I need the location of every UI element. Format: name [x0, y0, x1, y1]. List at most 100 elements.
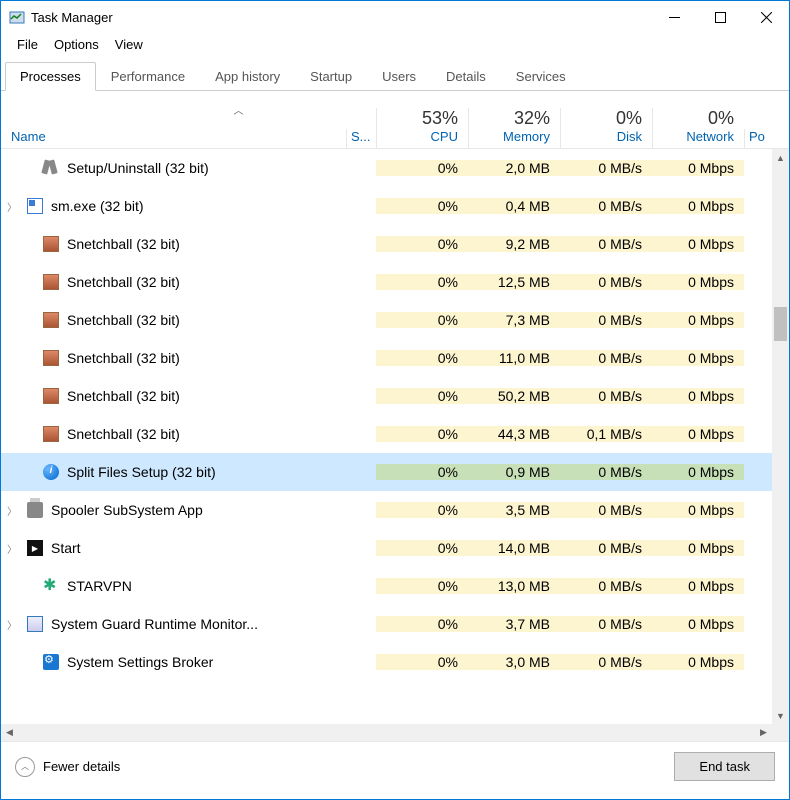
process-network: 0 Mbps	[652, 160, 744, 176]
title-bar: Task Manager	[1, 1, 789, 33]
fewer-details-label: Fewer details	[43, 759, 120, 774]
table-row[interactable]: Snetchball (32 bit)0%9,2 MB0 MB/s0 Mbps	[1, 225, 772, 263]
process-disk: 0 MB/s	[560, 274, 652, 290]
process-disk: 0 MB/s	[560, 160, 652, 176]
tab-users[interactable]: Users	[367, 62, 431, 90]
tab-details[interactable]: Details	[431, 62, 501, 90]
process-cpu: 0%	[376, 654, 468, 670]
process-cpu: 0%	[376, 616, 468, 632]
process-disk: 0 MB/s	[560, 388, 652, 404]
table-row[interactable]: Snetchball (32 bit)0%44,3 MB0,1 MB/s0 Mb…	[1, 415, 772, 453]
maximize-button[interactable]	[697, 1, 743, 33]
tab-performance[interactable]: Performance	[96, 62, 200, 90]
fewer-details-button[interactable]: ︿ Fewer details	[15, 757, 120, 777]
process-network: 0 Mbps	[652, 464, 744, 480]
minimize-button[interactable]	[651, 1, 697, 33]
process-icon	[39, 274, 63, 290]
process-disk: 0 MB/s	[560, 198, 652, 214]
process-disk: 0 MB/s	[560, 464, 652, 480]
process-name: Start	[47, 540, 346, 556]
table-row[interactable]: 〉▶Start0%14,0 MB0 MB/s0 Mbps	[1, 529, 772, 567]
column-disk[interactable]: 0% Disk	[560, 108, 652, 148]
process-name: STARVPN	[63, 578, 346, 594]
network-total-percent: 0%	[653, 108, 734, 129]
process-name: Spooler SubSystem App	[47, 502, 346, 518]
process-memory: 3,5 MB	[468, 502, 560, 518]
process-cpu: 0%	[376, 350, 468, 366]
process-cpu: 0%	[376, 578, 468, 594]
process-memory: 12,5 MB	[468, 274, 560, 290]
column-name[interactable]: ︿ Name	[1, 102, 346, 148]
column-cpu[interactable]: 53% CPU	[376, 108, 468, 148]
tab-startup[interactable]: Startup	[295, 62, 367, 90]
process-cpu: 0%	[376, 388, 468, 404]
table-row[interactable]: Split Files Setup (32 bit)0%0,9 MB0 MB/s…	[1, 453, 772, 491]
table-row[interactable]: 〉sm.exe (32 bit)0%0,4 MB0 MB/s0 Mbps	[1, 187, 772, 225]
column-memory[interactable]: 32% Memory	[468, 108, 560, 148]
table-row[interactable]: ✱STARVPN0%13,0 MB0 MB/s0 Mbps	[1, 567, 772, 605]
scroll-left-button[interactable]: ◀	[1, 727, 18, 738]
scroll-thumb[interactable]	[774, 307, 787, 341]
process-network: 0 Mbps	[652, 274, 744, 290]
column-network[interactable]: 0% Network	[652, 108, 744, 148]
table-row[interactable]: System Settings Broker0%3,0 MB0 MB/s0 Mb…	[1, 643, 772, 681]
process-memory: 9,2 MB	[468, 236, 560, 252]
process-cpu: 0%	[376, 312, 468, 328]
expand-toggle-icon[interactable]: 〉	[1, 617, 23, 632]
expand-toggle-icon[interactable]: 〉	[1, 541, 23, 556]
process-cpu: 0%	[376, 426, 468, 442]
close-button[interactable]	[743, 1, 789, 33]
process-memory: 0,4 MB	[468, 198, 560, 214]
tab-processes[interactable]: Processes	[5, 62, 96, 91]
menu-options[interactable]: Options	[46, 35, 107, 54]
table-row[interactable]: Snetchball (32 bit)0%11,0 MB0 MB/s0 Mbps	[1, 339, 772, 377]
expand-toggle-icon[interactable]: 〉	[1, 199, 23, 214]
process-memory: 50,2 MB	[468, 388, 560, 404]
cpu-total-percent: 53%	[377, 108, 458, 129]
process-name: sm.exe (32 bit)	[47, 198, 346, 214]
process-network: 0 Mbps	[652, 312, 744, 328]
process-cpu: 0%	[376, 198, 468, 214]
process-network: 0 Mbps	[652, 236, 744, 252]
end-task-button[interactable]: End task	[674, 752, 775, 781]
table-row[interactable]: Setup/Uninstall (32 bit)0%2,0 MB0 MB/s0 …	[1, 149, 772, 187]
scroll-up-button[interactable]: ▲	[772, 149, 789, 166]
process-name: Setup/Uninstall (32 bit)	[63, 160, 346, 176]
process-network: 0 Mbps	[652, 426, 744, 442]
expand-toggle-icon[interactable]: 〉	[1, 503, 23, 518]
task-manager-icon	[9, 9, 25, 25]
menu-view[interactable]: View	[107, 35, 151, 54]
tab-apphistory[interactable]: App history	[200, 62, 295, 90]
table-row[interactable]: 〉Spooler SubSystem App0%3,5 MB0 MB/s0 Mb…	[1, 491, 772, 529]
process-disk: 0,1 MB/s	[560, 426, 652, 442]
process-disk: 0 MB/s	[560, 312, 652, 328]
table-row[interactable]: Snetchball (32 bit)0%12,5 MB0 MB/s0 Mbps	[1, 263, 772, 301]
process-disk: 0 MB/s	[560, 540, 652, 556]
process-memory: 44,3 MB	[468, 426, 560, 442]
column-power[interactable]: Po	[744, 129, 772, 148]
tab-services[interactable]: Services	[501, 62, 581, 90]
process-name: System Settings Broker	[63, 654, 346, 670]
network-header-label: Network	[653, 129, 734, 144]
process-icon	[39, 236, 63, 252]
table-row[interactable]: 〉System Guard Runtime Monitor...0%3,7 MB…	[1, 605, 772, 643]
process-cpu: 0%	[376, 464, 468, 480]
process-network: 0 Mbps	[652, 654, 744, 670]
process-cpu: 0%	[376, 274, 468, 290]
menu-file[interactable]: File	[9, 35, 46, 54]
process-memory: 7,3 MB	[468, 312, 560, 328]
chevron-up-icon: ︿	[15, 757, 35, 777]
tab-bar: Processes Performance App history Startu…	[1, 62, 789, 91]
process-name: Snetchball (32 bit)	[63, 236, 346, 252]
process-network: 0 Mbps	[652, 578, 744, 594]
vertical-scrollbar[interactable]: ▲ ▼	[772, 149, 789, 724]
process-icon	[23, 198, 47, 214]
column-status[interactable]: S...	[346, 129, 376, 148]
memory-total-percent: 32%	[469, 108, 550, 129]
scroll-down-button[interactable]: ▼	[772, 707, 789, 724]
horizontal-scrollbar[interactable]: ◀ ▶	[1, 724, 789, 741]
table-row[interactable]: Snetchball (32 bit)0%7,3 MB0 MB/s0 Mbps	[1, 301, 772, 339]
table-row[interactable]: Snetchball (32 bit)0%50,2 MB0 MB/s0 Mbps	[1, 377, 772, 415]
process-disk: 0 MB/s	[560, 616, 652, 632]
scroll-right-button[interactable]: ▶	[755, 727, 772, 738]
